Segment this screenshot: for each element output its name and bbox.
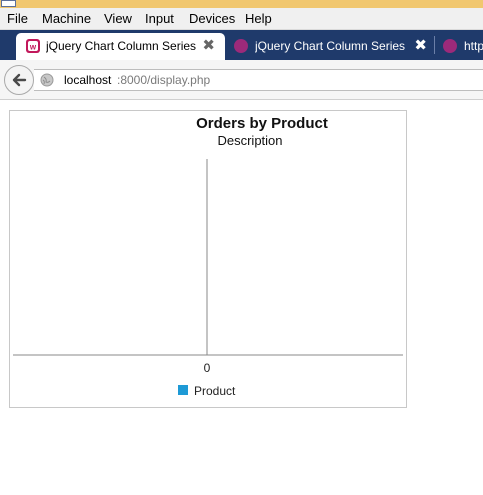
tab-inactive[interactable]: jQuery Chart Column Series E... ✖ [228, 33, 433, 60]
back-button[interactable] [4, 65, 34, 95]
tab-separator [434, 36, 435, 54]
web-app-favicon-icon [234, 39, 248, 53]
vm-titlebar [0, 0, 483, 8]
x-tick-label: 0 [204, 361, 211, 375]
navigation-bar: localhost :8000/display.php [0, 60, 483, 100]
chart-plot: 0 [13, 159, 403, 375]
tab-inactive-overflow[interactable]: http [437, 33, 483, 60]
web-app-favicon-icon [443, 39, 457, 53]
menu-input[interactable]: Input [145, 11, 174, 26]
back-arrow-icon [12, 73, 27, 87]
menu-machine[interactable]: Machine [42, 11, 91, 26]
tab-title: jQuery Chart Column Series E... [46, 39, 196, 53]
vm-app-icon [1, 0, 16, 7]
menu-help[interactable]: Help [245, 11, 272, 26]
globe-icon [40, 73, 54, 87]
web-app-favicon-icon: w [26, 39, 40, 53]
url-path: :8000/display.php [117, 73, 211, 87]
svg-text:w: w [29, 43, 37, 52]
menu-file[interactable]: File [7, 11, 28, 26]
tab-title: jQuery Chart Column Series E... [255, 39, 405, 53]
legend-swatch [178, 385, 188, 395]
tab-active[interactable]: w jQuery Chart Column Series E... ✖ [16, 33, 225, 60]
tab-strip: w jQuery Chart Column Series E... ✖ jQue… [0, 30, 483, 60]
menu-bar: File Machine View Input Devices Help [0, 8, 483, 30]
legend-label: Product [194, 384, 236, 398]
menu-view[interactable]: View [104, 11, 132, 26]
menu-devices[interactable]: Devices [189, 11, 235, 26]
url-bar[interactable]: localhost :8000/display.php [34, 69, 483, 91]
chart-container: Orders by Product Description 0 Product [9, 110, 407, 408]
tab-title: http [464, 39, 483, 53]
tab-close-icon[interactable]: ✖ [202, 36, 215, 54]
tab-close-icon[interactable]: ✖ [414, 36, 427, 54]
url-host: localhost [64, 73, 112, 87]
